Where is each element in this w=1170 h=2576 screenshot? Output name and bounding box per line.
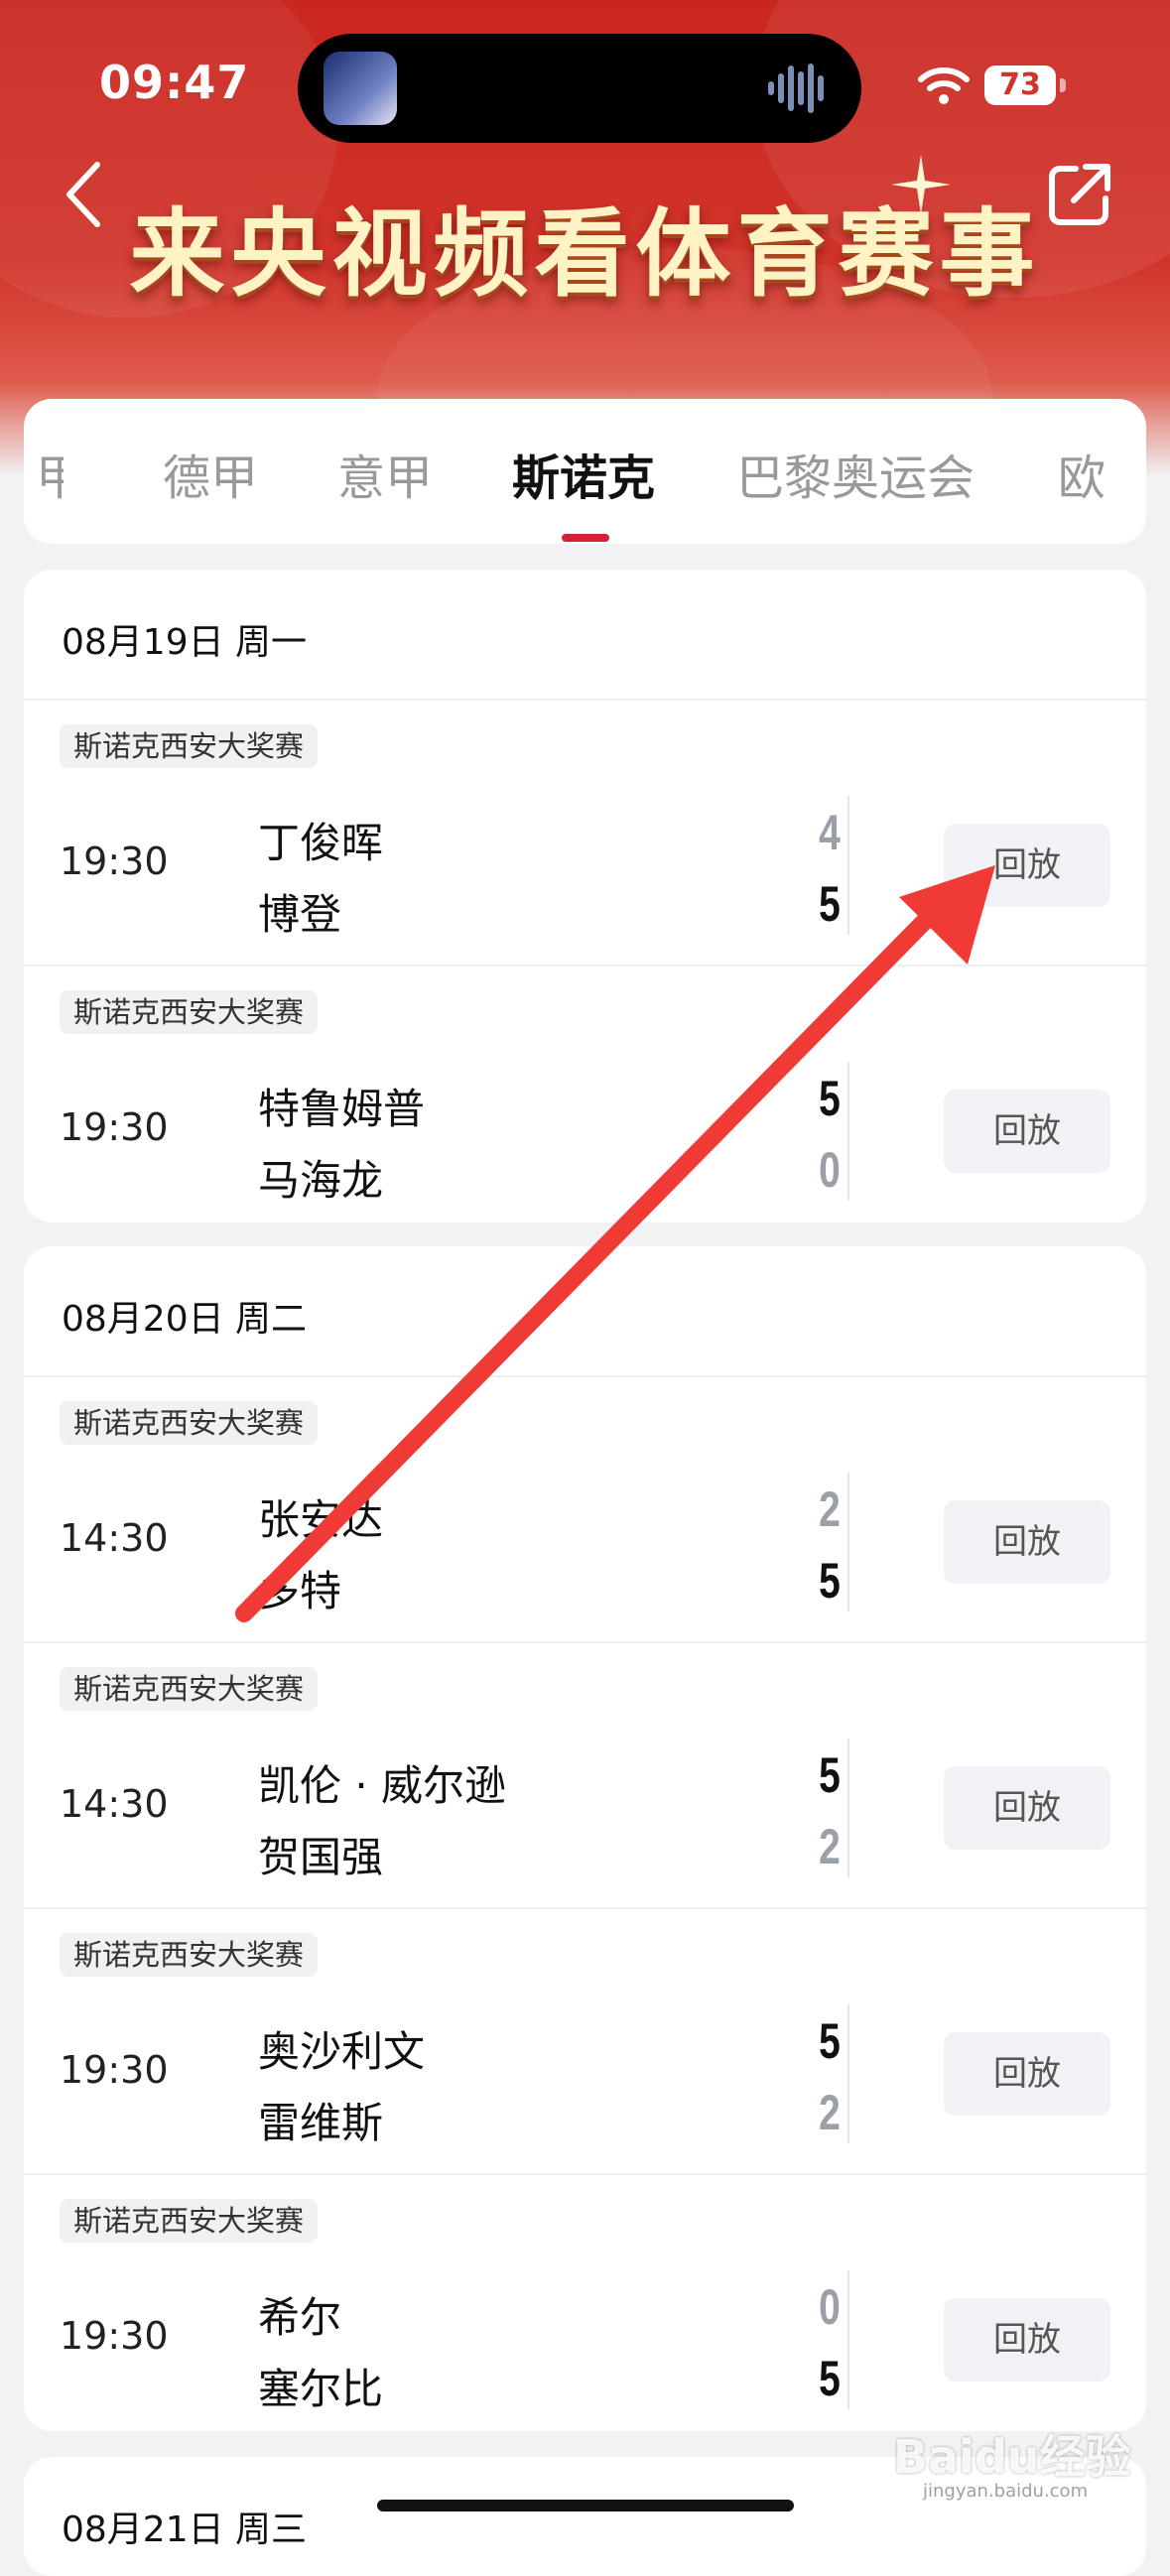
now-playing-thumbnail <box>324 52 397 125</box>
wifi-icon <box>918 67 970 104</box>
score-divider <box>847 1739 849 1877</box>
audio-waveform-icon <box>768 64 824 113</box>
watermark-logo: Baidu经验 <box>893 2430 1131 2484</box>
player1-name: 特鲁姆普 <box>258 1085 426 1133</box>
tab-bundesliga[interactable]: 德甲 <box>163 439 258 508</box>
tab-partial-right[interactable]: 欧 <box>1058 439 1105 508</box>
player1-name: 希尔 <box>258 2293 342 2342</box>
player2-score: 0 <box>819 1142 841 1198</box>
player1-score: 4 <box>819 805 841 860</box>
player2-name: 博登 <box>258 890 342 939</box>
player1-name: 奥沙利文 <box>258 2027 426 2076</box>
player2-name: 雷维斯 <box>258 2099 384 2147</box>
watermark-url: jingyan.baidu.com <box>923 2481 1089 2502</box>
player1-score: 5 <box>819 2013 841 2069</box>
player1-name: 张安达 <box>258 1495 384 1544</box>
active-tab-indicator <box>562 534 609 542</box>
match-time: 14:30 <box>60 1782 169 1826</box>
player1-score: 0 <box>819 2279 841 2335</box>
dynamic-island[interactable] <box>298 34 861 143</box>
player1-score: 5 <box>819 1071 841 1126</box>
home-indicator[interactable] <box>377 2500 794 2512</box>
league-badge: 斯诺克西安大奖赛 <box>60 724 319 768</box>
score-divider <box>847 1473 849 1611</box>
player2-name: 塞尔比 <box>258 2365 384 2413</box>
status-time: 09:47 <box>99 56 250 109</box>
player2-name: 多特 <box>258 1567 342 1615</box>
player2-score: 5 <box>819 876 841 932</box>
match-time: 19:30 <box>60 839 169 883</box>
player1-score: 2 <box>819 1481 841 1537</box>
replay-button[interactable]: 回放 <box>944 1090 1110 1173</box>
date-label: 08月19日 周一 <box>62 622 308 663</box>
replay-button[interactable]: 回放 <box>944 1500 1110 1584</box>
match-row[interactable]: 斯诺克西安大奖赛 19:30 希尔 塞尔比 0 5 回放 <box>24 2175 1146 2431</box>
replay-button[interactable]: 回放 <box>944 2032 1110 2116</box>
league-badge: 斯诺克西安大奖赛 <box>60 2199 319 2243</box>
back-chevron-icon[interactable] <box>60 159 107 230</box>
date-label: 08月20日 周二 <box>62 1299 308 1340</box>
battery-indicator: 73 <box>984 65 1056 105</box>
score-divider <box>847 2270 849 2409</box>
league-badge: 斯诺克西安大奖赛 <box>60 990 319 1034</box>
player1-score: 5 <box>819 1747 841 1803</box>
match-time: 19:30 <box>60 2048 169 2092</box>
date-section: 08月20日 周二 斯诺克西安大奖赛 14:30 张安达 多特 2 5 回放 斯… <box>24 1246 1146 2431</box>
match-row[interactable]: 斯诺克西安大奖赛 19:30 丁俊晖 博登 4 5 回放 <box>24 701 1146 966</box>
tab-paris-olympics[interactable]: 巴黎奥运会 <box>736 439 975 508</box>
player2-score: 2 <box>819 1819 841 1874</box>
status-bar: 09:47 73 <box>0 0 1170 169</box>
sport-tabs: 甲 德甲 意甲 斯诺克 巴黎奥运会 欧 <box>24 399 1146 544</box>
score-divider <box>847 1062 849 1201</box>
match-time: 14:30 <box>60 1516 169 1560</box>
league-badge: 斯诺克西安大奖赛 <box>60 1933 319 1977</box>
score-divider <box>847 2004 849 2143</box>
date-header: 08月19日 周一 <box>24 570 1146 701</box>
player1-name: 丁俊晖 <box>258 819 384 867</box>
tab-snooker[interactable]: 斯诺克 <box>512 439 655 508</box>
share-icon[interactable] <box>1046 159 1111 228</box>
battery-nub <box>1060 78 1066 92</box>
replay-button[interactable]: 回放 <box>944 1766 1110 1850</box>
date-label: 08月21日 周三 <box>62 2510 308 2550</box>
player2-score: 5 <box>819 1553 841 1609</box>
score-divider <box>847 796 849 935</box>
tab-partial-left[interactable]: 甲 <box>36 439 64 508</box>
match-time: 19:30 <box>60 1105 169 1149</box>
tab-serie-a[interactable]: 意甲 <box>337 439 433 508</box>
player2-score: 2 <box>819 2085 841 2140</box>
date-header: 08月20日 周二 <box>24 1246 1146 1377</box>
date-section: 08月19日 周一 斯诺克西安大奖赛 19:30 丁俊晖 博登 4 5 回放 斯… <box>24 570 1146 1223</box>
replay-button[interactable]: 回放 <box>944 2298 1110 2382</box>
match-row[interactable]: 斯诺克西安大奖赛 14:30 张安达 多特 2 5 回放 <box>24 1377 1146 1643</box>
player1-name: 凯伦 · 威尔逊 <box>258 1761 507 1810</box>
replay-button[interactable]: 回放 <box>944 824 1110 907</box>
player2-score: 5 <box>819 2351 841 2406</box>
player2-name: 马海龙 <box>258 1156 384 1205</box>
match-row[interactable]: 斯诺克西安大奖赛 19:30 奥沙利文 雷维斯 5 2 回放 <box>24 1909 1146 2175</box>
match-row[interactable]: 斯诺克西安大奖赛 19:30 特鲁姆普 马海龙 5 0 回放 <box>24 966 1146 1223</box>
banner-title: 来央视频看体育赛事 <box>129 198 1041 310</box>
league-badge: 斯诺克西安大奖赛 <box>60 1401 319 1445</box>
league-badge: 斯诺克西安大奖赛 <box>60 1667 319 1711</box>
player2-name: 贺国强 <box>258 1833 384 1881</box>
match-row[interactable]: 斯诺克西安大奖赛 14:30 凯伦 · 威尔逊 贺国强 5 2 回放 <box>24 1643 1146 1909</box>
match-time: 19:30 <box>60 2314 169 2358</box>
